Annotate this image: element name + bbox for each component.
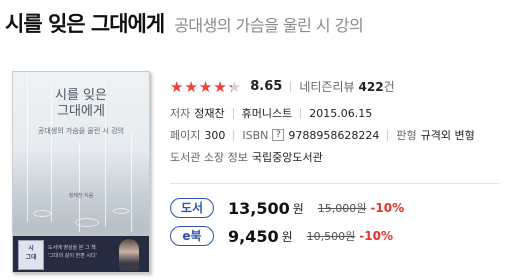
divider xyxy=(232,107,234,119)
info-row-author: 저자 정재찬 휴머니스트 2015.06.15 xyxy=(170,105,372,121)
water-ripple-icon xyxy=(113,208,129,214)
format-label: 판형 xyxy=(396,129,417,142)
divider xyxy=(290,81,292,92)
ebook-tag-button[interactable]: e북 xyxy=(170,226,214,246)
cover-subtitle: 공대생의 가슴을 울린 시 강의 xyxy=(37,127,125,135)
format-value: 규격외 변형 xyxy=(420,129,475,142)
library-link[interactable]: 국립중앙도서관 xyxy=(252,149,323,165)
band-text-line: '그대의 삶이 한편 시다' xyxy=(48,253,97,259)
isbn-help-icon[interactable]: ? xyxy=(272,129,285,141)
cover-title-line: 시를 잊은 xyxy=(55,88,107,103)
rain-streak-icon xyxy=(131,132,132,232)
isbn-label: ISBN xyxy=(242,128,269,142)
divider xyxy=(387,129,389,141)
price-row-book: 도서 13,500 원 15,000원 -10% xyxy=(170,198,404,218)
publisher-link[interactable]: 휴머니스트 xyxy=(242,105,293,121)
section-divider xyxy=(170,183,500,184)
author-label: 저자 xyxy=(170,107,191,120)
ebook-original-price: 10,500원 xyxy=(306,230,356,243)
book-sale-price: 13,500 xyxy=(228,198,290,218)
review-unit: 건 xyxy=(383,80,395,94)
book-original-price: 15,000원 xyxy=(317,202,367,215)
author-link[interactable]: 정재찬 xyxy=(194,105,224,121)
star-rating-fill-icon: ★★★★★ xyxy=(170,78,232,95)
cover-promo-band: 시 그대 도서에 영상을 본 그 책 '그대의 삶이 한편 시다' xyxy=(13,236,149,272)
band-text-line: 도서에 영상을 본 그 책 xyxy=(48,245,96,251)
book-title: 시를 잊은 그대에게 xyxy=(5,12,165,36)
band-logo-line: 그대 xyxy=(25,254,37,261)
ebook-discount-rate: -10% xyxy=(359,229,393,243)
cover-title-line: 그대에게 xyxy=(57,104,105,119)
cover-band-logo: 시 그대 xyxy=(18,240,44,270)
isbn-value: 9788958628224 xyxy=(288,128,380,142)
water-ripple-icon xyxy=(75,218,99,227)
divider xyxy=(233,129,235,141)
book-title-row: 시를 잊은 그대에게 공대생의 가슴을 울린 시 강의 xyxy=(5,8,505,38)
divider xyxy=(300,107,302,119)
ebook-sale-price: 9,450 xyxy=(228,226,279,246)
library-label: 도서관 소장 정보 xyxy=(170,151,248,164)
info-row-details: 페이지 300 ISBN ? 9788958628224 판형 규격외 변형 xyxy=(170,127,475,143)
publish-date: 2015.06.15 xyxy=(309,106,373,120)
ebook-price-unit: 원 xyxy=(281,229,293,244)
pages-label: 페이지 xyxy=(170,129,201,142)
price-row-ebook: e북 9,450 원 10,500원 -10% xyxy=(170,226,393,246)
book-subtitle: 공대생의 가슴을 울린 시 강의 xyxy=(174,16,364,35)
author-portrait-icon xyxy=(119,239,139,271)
book-discount-rate: -10% xyxy=(370,201,405,215)
water-ripple-icon xyxy=(33,210,51,217)
cover-title: 시를 잊은 그대에게 xyxy=(13,88,149,120)
review-link[interactable]: 네티즌리뷰 xyxy=(299,78,354,95)
cover-author: 정재찬 지음 xyxy=(68,193,94,199)
book-tag-button[interactable]: 도서 xyxy=(170,198,214,218)
review-count[interactable]: 422 xyxy=(359,80,384,94)
cover-band-text: 도서에 영상을 본 그 책 '그대의 삶이 한편 시다' xyxy=(48,244,97,260)
rating-score: 8.65 xyxy=(250,79,283,94)
rating-row: ★★★★★ ★★★★★ 8.65 네티즌리뷰 422 건 xyxy=(170,78,395,95)
star-rating: ★★★★★ ★★★★★ xyxy=(170,79,242,95)
band-logo-line: 시 xyxy=(28,245,34,252)
book-price-unit: 원 xyxy=(292,201,304,216)
pages-value: 300 xyxy=(204,128,226,142)
book-cover-image[interactable]: 시를 잊은 그대에게 공대생의 가슴을 울린 시 강의 정재찬 지음 시 그대 … xyxy=(12,71,150,273)
info-row-library: 도서관 소장 정보 국립중앙도서관 xyxy=(170,149,323,165)
